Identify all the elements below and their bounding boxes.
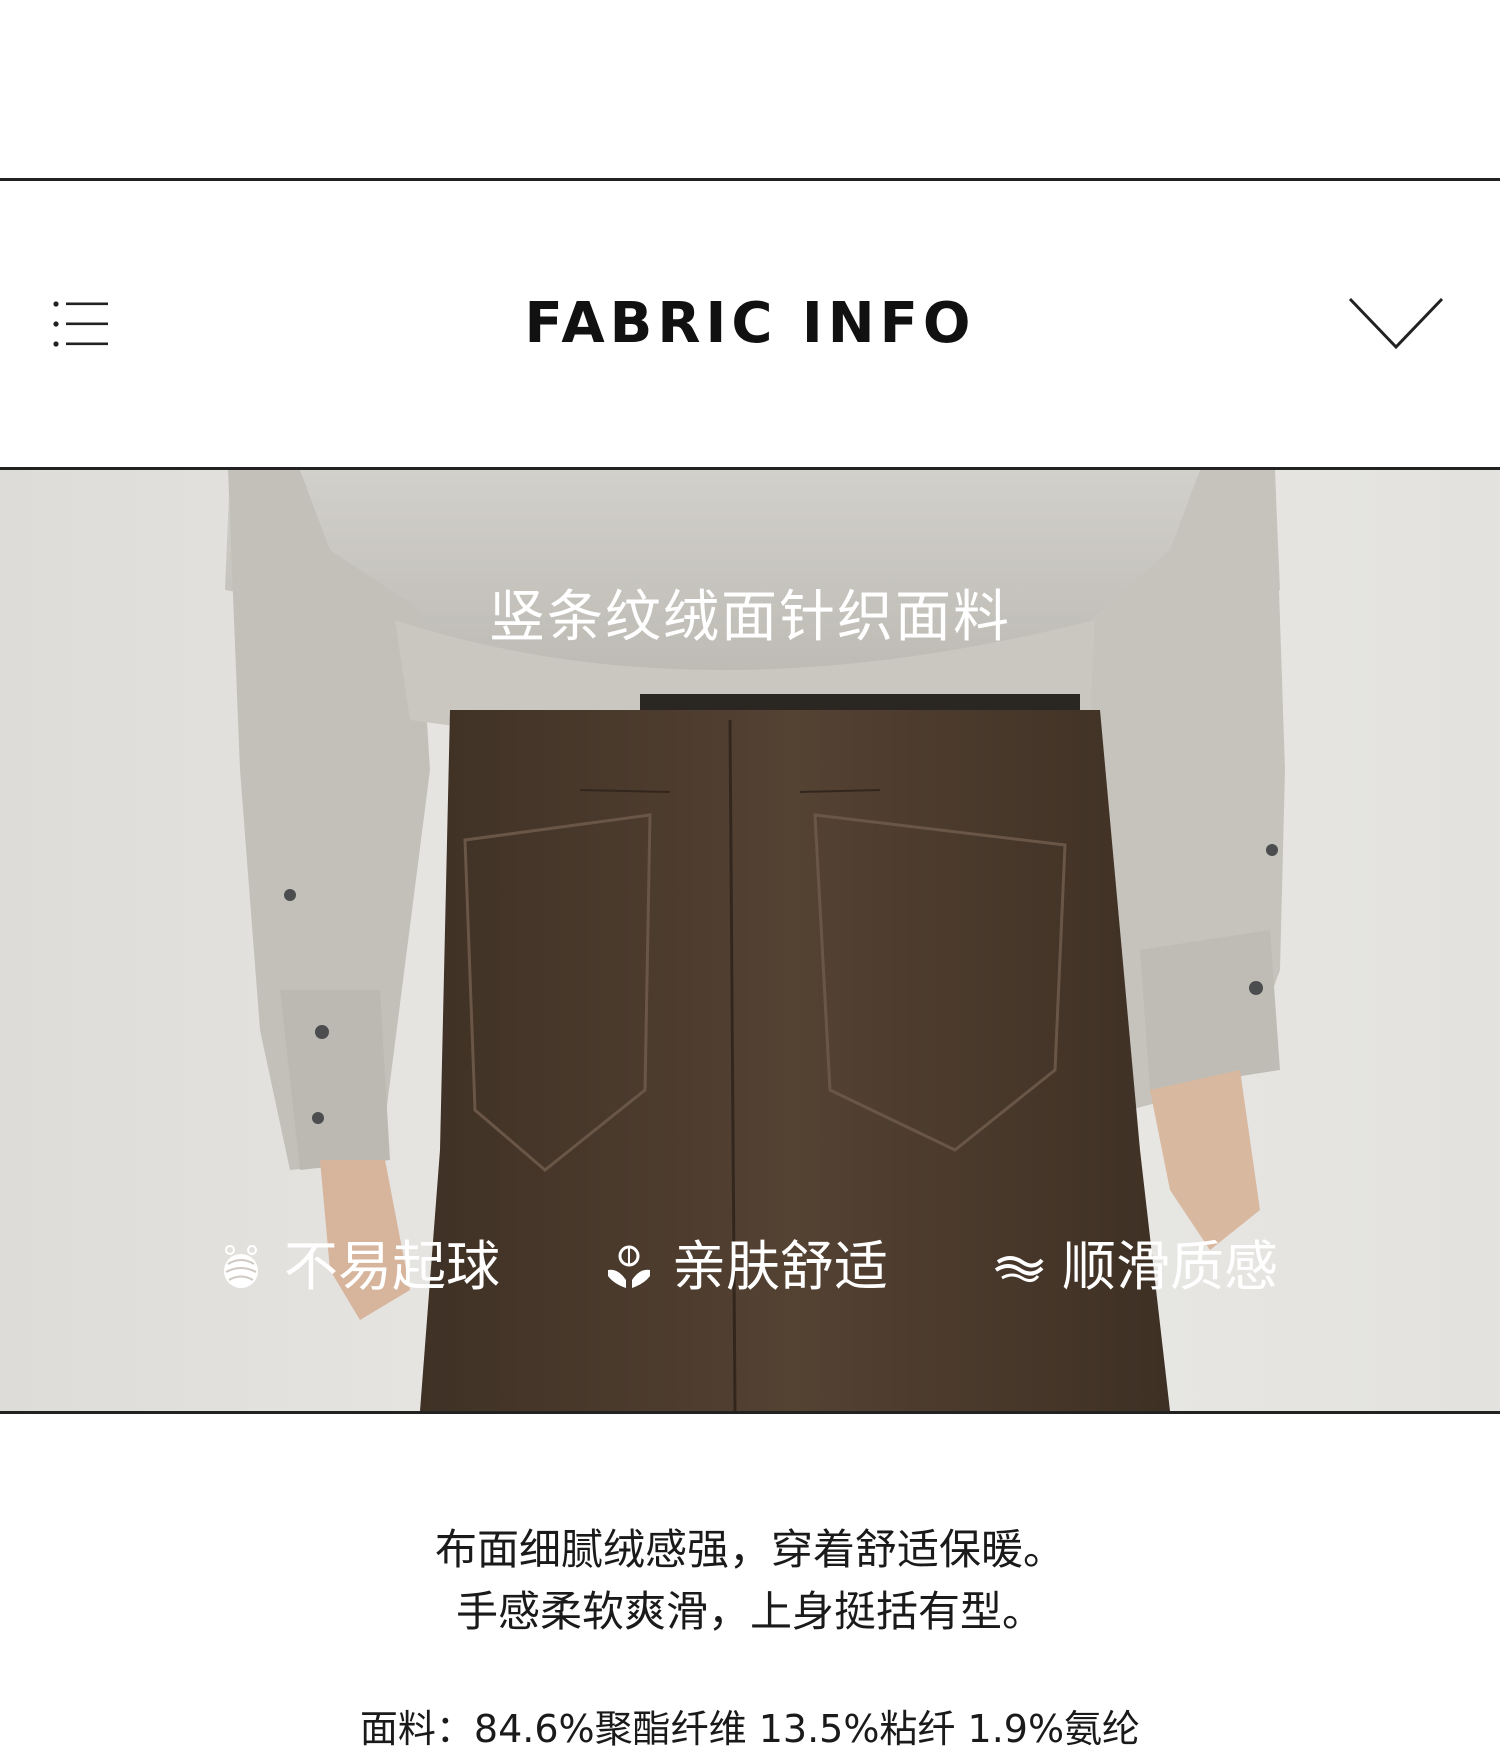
feature-label: 不易起球 — [284, 1235, 500, 1298]
feature-smooth-texture: 顺滑质感 — [994, 1232, 1278, 1302]
chevron-down-icon[interactable] — [1348, 296, 1444, 352]
feature-anti-pilling: 不易起球 — [216, 1232, 500, 1302]
description-line-1: 布面细腻绒感强，穿着舒适保暖。 — [434, 1525, 1065, 1574]
fabric-composition: 面料：84.6%聚酯纤维 13.5%粘纤 1.9%氨纶 — [359, 1707, 1141, 1751]
hero-bottom-divider — [0, 1411, 1500, 1414]
feature-label: 顺滑质感 — [1062, 1235, 1278, 1298]
description-line-2: 手感柔软爽滑，上身挺括有型。 — [455, 1587, 1044, 1636]
feature-label: 亲肤舒适 — [672, 1235, 888, 1298]
smooth-wave-icon — [994, 1256, 1044, 1283]
cotton-hand-icon — [608, 1245, 650, 1288]
page-title: FABRIC INFO — [524, 291, 976, 356]
yarn-ball-icon — [224, 1245, 258, 1288]
feature-skin-friendly: 亲肤舒适 — [604, 1232, 888, 1302]
fabric-name-heading: 竖条纹绒面针织面料 — [489, 585, 1011, 650]
